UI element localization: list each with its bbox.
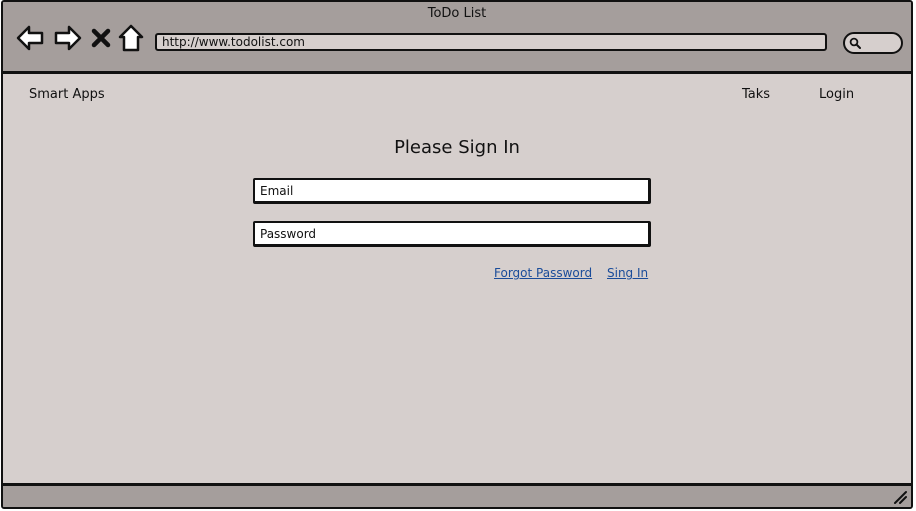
back-arrow-icon[interactable]: [15, 22, 45, 54]
nav-link-tasks[interactable]: Taks: [742, 87, 770, 102]
url-bar[interactable]: http://www.todolist.com: [155, 33, 827, 51]
browser-window: ToDo List http://www.todolist.com Smart …: [1, 0, 913, 509]
home-icon[interactable]: [117, 22, 145, 54]
close-x-icon[interactable]: [89, 22, 113, 54]
window-title: ToDo List: [427, 6, 487, 21]
password-field[interactable]: [253, 221, 651, 247]
nav-link-login[interactable]: Login: [819, 87, 854, 102]
resize-grip-icon[interactable]: [893, 490, 907, 504]
forward-arrow-icon[interactable]: [53, 22, 83, 54]
brand-name[interactable]: Smart Apps: [29, 87, 105, 102]
email-field[interactable]: [253, 178, 651, 204]
signin-heading: Please Sign In: [394, 137, 520, 158]
sign-in-link[interactable]: Sing In: [607, 266, 648, 280]
status-bar: [3, 483, 911, 507]
search-icon: [849, 37, 861, 49]
forgot-password-link[interactable]: Forgot Password: [494, 266, 592, 280]
browser-search-box[interactable]: [843, 32, 903, 54]
browser-toolbar: ToDo List http://www.todolist.com: [3, 2, 911, 74]
